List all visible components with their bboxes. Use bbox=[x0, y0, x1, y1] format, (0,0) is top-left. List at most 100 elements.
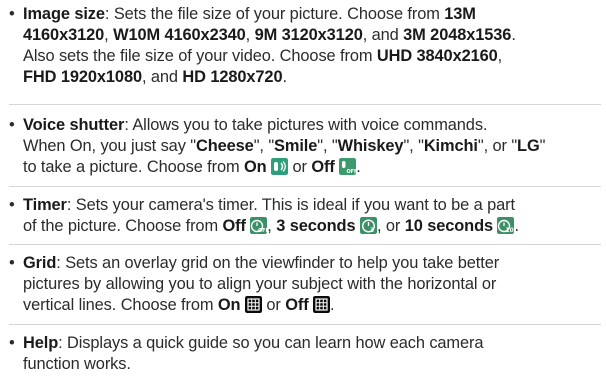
description-text: pictures by allowing you to align your s… bbox=[23, 275, 497, 293]
bullet-point: • bbox=[9, 5, 15, 23]
divider bbox=[9, 244, 601, 245]
setting-description: Grid: Sets an overlay grid on the viewfi… bbox=[23, 253, 601, 316]
description-text: : Sets your camera's timer. This is idea… bbox=[66, 196, 515, 214]
option-value: On bbox=[217, 296, 241, 314]
text-line: function works. bbox=[23, 354, 601, 375]
description-text: , bbox=[104, 26, 114, 44]
description-text: . bbox=[282, 68, 287, 86]
timer-off-icon: OFF bbox=[250, 217, 268, 234]
svg-text:OFF: OFF bbox=[347, 169, 357, 175]
text-line: Help: Displays a quick guide so you can … bbox=[23, 333, 601, 354]
setting-description: Voice shutter: Allows you to take pictur… bbox=[23, 115, 601, 178]
description-text: ", " bbox=[403, 137, 424, 155]
option-value: 4160x3120 bbox=[23, 26, 105, 44]
description-text: : Sets an overlay grid on the viewfinder… bbox=[56, 254, 500, 272]
description-text: " bbox=[539, 137, 546, 155]
option-value: Cheese bbox=[195, 137, 254, 155]
option-value: LG bbox=[517, 137, 540, 155]
text-line: to take a picture. Choose from On or Off… bbox=[23, 157, 601, 178]
setting-description: Help: Displays a quick guide so you can … bbox=[23, 333, 601, 375]
description-text: ", or " bbox=[477, 137, 518, 155]
text-line: vertical lines. Choose from On or Off . bbox=[23, 295, 601, 316]
option-value: HD 1280x720 bbox=[182, 68, 283, 86]
description-text: vertical lines. Choose from bbox=[23, 296, 218, 314]
description-text: Also sets the file size of your video. C… bbox=[23, 47, 377, 65]
setting-item-help: • Help: Displays a quick guide so you can… bbox=[9, 333, 601, 375]
setting-description: Timer: Sets your camera's timer. This is… bbox=[23, 195, 601, 237]
description-text: or bbox=[288, 158, 312, 176]
option-value: Off bbox=[285, 296, 309, 314]
text-line: Grid: Sets an overlay grid on the viewfi… bbox=[23, 253, 601, 274]
description-text: When On, you just say " bbox=[23, 137, 196, 155]
divider bbox=[9, 324, 601, 325]
description-text: ", " bbox=[253, 137, 275, 155]
description-text: function works. bbox=[23, 355, 131, 373]
bullet-point: • bbox=[9, 116, 15, 134]
text-line: Also sets the file size of your video. C… bbox=[23, 46, 601, 67]
description-text: , and bbox=[362, 26, 404, 44]
voice-shutter-on-icon bbox=[271, 158, 289, 175]
bullet-point: • bbox=[9, 196, 15, 214]
setting-title: Voice shutter bbox=[23, 116, 125, 134]
text-line: 4160x3120, W10M 4160x2340, 9M 3120x3120,… bbox=[23, 25, 601, 46]
description-text: of the picture. Choose from bbox=[23, 217, 223, 235]
option-value: Off bbox=[311, 158, 335, 176]
settings-description-document: • Image size: Sets the file size of your … bbox=[0, 0, 606, 379]
bullet-point: • bbox=[9, 254, 15, 272]
description-text: , bbox=[267, 217, 277, 235]
option-value: UHD 3840x2160 bbox=[376, 47, 498, 65]
setting-title: Grid bbox=[23, 254, 57, 272]
text-line: of the picture. Choose from Off OFF, 3 s… bbox=[23, 216, 601, 237]
text-line: Image size: Sets the file size of your p… bbox=[23, 4, 601, 25]
divider bbox=[9, 104, 601, 105]
description-text: . bbox=[356, 158, 361, 176]
option-value: FHD 1920x1080 bbox=[23, 68, 142, 86]
grid-on-icon bbox=[244, 296, 262, 313]
option-value: Off bbox=[222, 217, 246, 235]
option-value: 13M bbox=[444, 5, 476, 23]
option-value: Smile bbox=[274, 137, 318, 155]
text-line: Voice shutter: Allows you to take pictur… bbox=[23, 115, 601, 136]
text-line: Timer: Sets your camera's timer. This is… bbox=[23, 195, 601, 216]
option-value: Whiskey bbox=[337, 137, 404, 155]
svg-text:10: 10 bbox=[506, 227, 514, 234]
description-text: , or bbox=[376, 217, 405, 235]
description-text: , and bbox=[141, 68, 183, 86]
option-value: Kimchi bbox=[423, 137, 478, 155]
description-text: : Displays a quick guide so you can lear… bbox=[58, 334, 484, 352]
description-text: , bbox=[497, 47, 503, 65]
timer-10s-icon: 10 bbox=[497, 217, 515, 234]
grid-off-icon bbox=[313, 296, 331, 313]
divider bbox=[9, 186, 601, 187]
setting-title: Timer bbox=[23, 196, 67, 214]
setting-description: Image size: Sets the file size of your p… bbox=[23, 4, 601, 88]
description-text: ", " bbox=[317, 137, 338, 155]
timer-3s-icon: 3 bbox=[359, 217, 377, 234]
bullet-point: • bbox=[9, 334, 15, 352]
setting-title: Image size bbox=[23, 5, 105, 23]
voice-shutter-off-icon: OFF bbox=[339, 158, 357, 175]
text-line: When On, you just say "Cheese", "Smile",… bbox=[23, 136, 601, 157]
description-text: to take a picture. Choose from bbox=[23, 158, 245, 176]
option-value: W10M 4160x2340 bbox=[113, 26, 246, 44]
setting-title: Help bbox=[23, 334, 59, 352]
description-text: . bbox=[511, 26, 516, 44]
option-value: 9M 3120x3120 bbox=[254, 26, 363, 44]
setting-item-voice-shutter: • Voice shutter: Allows you to take pictu… bbox=[9, 115, 601, 178]
option-value: 3 seconds bbox=[276, 217, 356, 235]
option-value: 3M 2048x1536 bbox=[403, 26, 512, 44]
description-text: , bbox=[245, 26, 255, 44]
text-line: pictures by allowing you to align your s… bbox=[23, 274, 601, 295]
svg-text:3: 3 bbox=[370, 227, 374, 234]
description-text: : Allows you to take pictures with voice… bbox=[124, 116, 488, 134]
option-value: On bbox=[244, 158, 267, 176]
setting-item-grid: • Grid: Sets an overlay grid on the viewf… bbox=[9, 253, 601, 316]
description-text: : Sets the file size of your picture. Ch… bbox=[104, 5, 445, 23]
description-text: or bbox=[261, 296, 286, 314]
description-text: . bbox=[330, 296, 335, 314]
setting-item-timer: • Timer: Sets your camera's timer. This i… bbox=[9, 195, 601, 237]
description-text: . bbox=[514, 217, 519, 235]
option-value: 10 seconds bbox=[404, 217, 494, 235]
svg-text:OFF: OFF bbox=[258, 228, 267, 234]
text-line: FHD 1920x1080, and HD 1280x720. bbox=[23, 67, 601, 88]
